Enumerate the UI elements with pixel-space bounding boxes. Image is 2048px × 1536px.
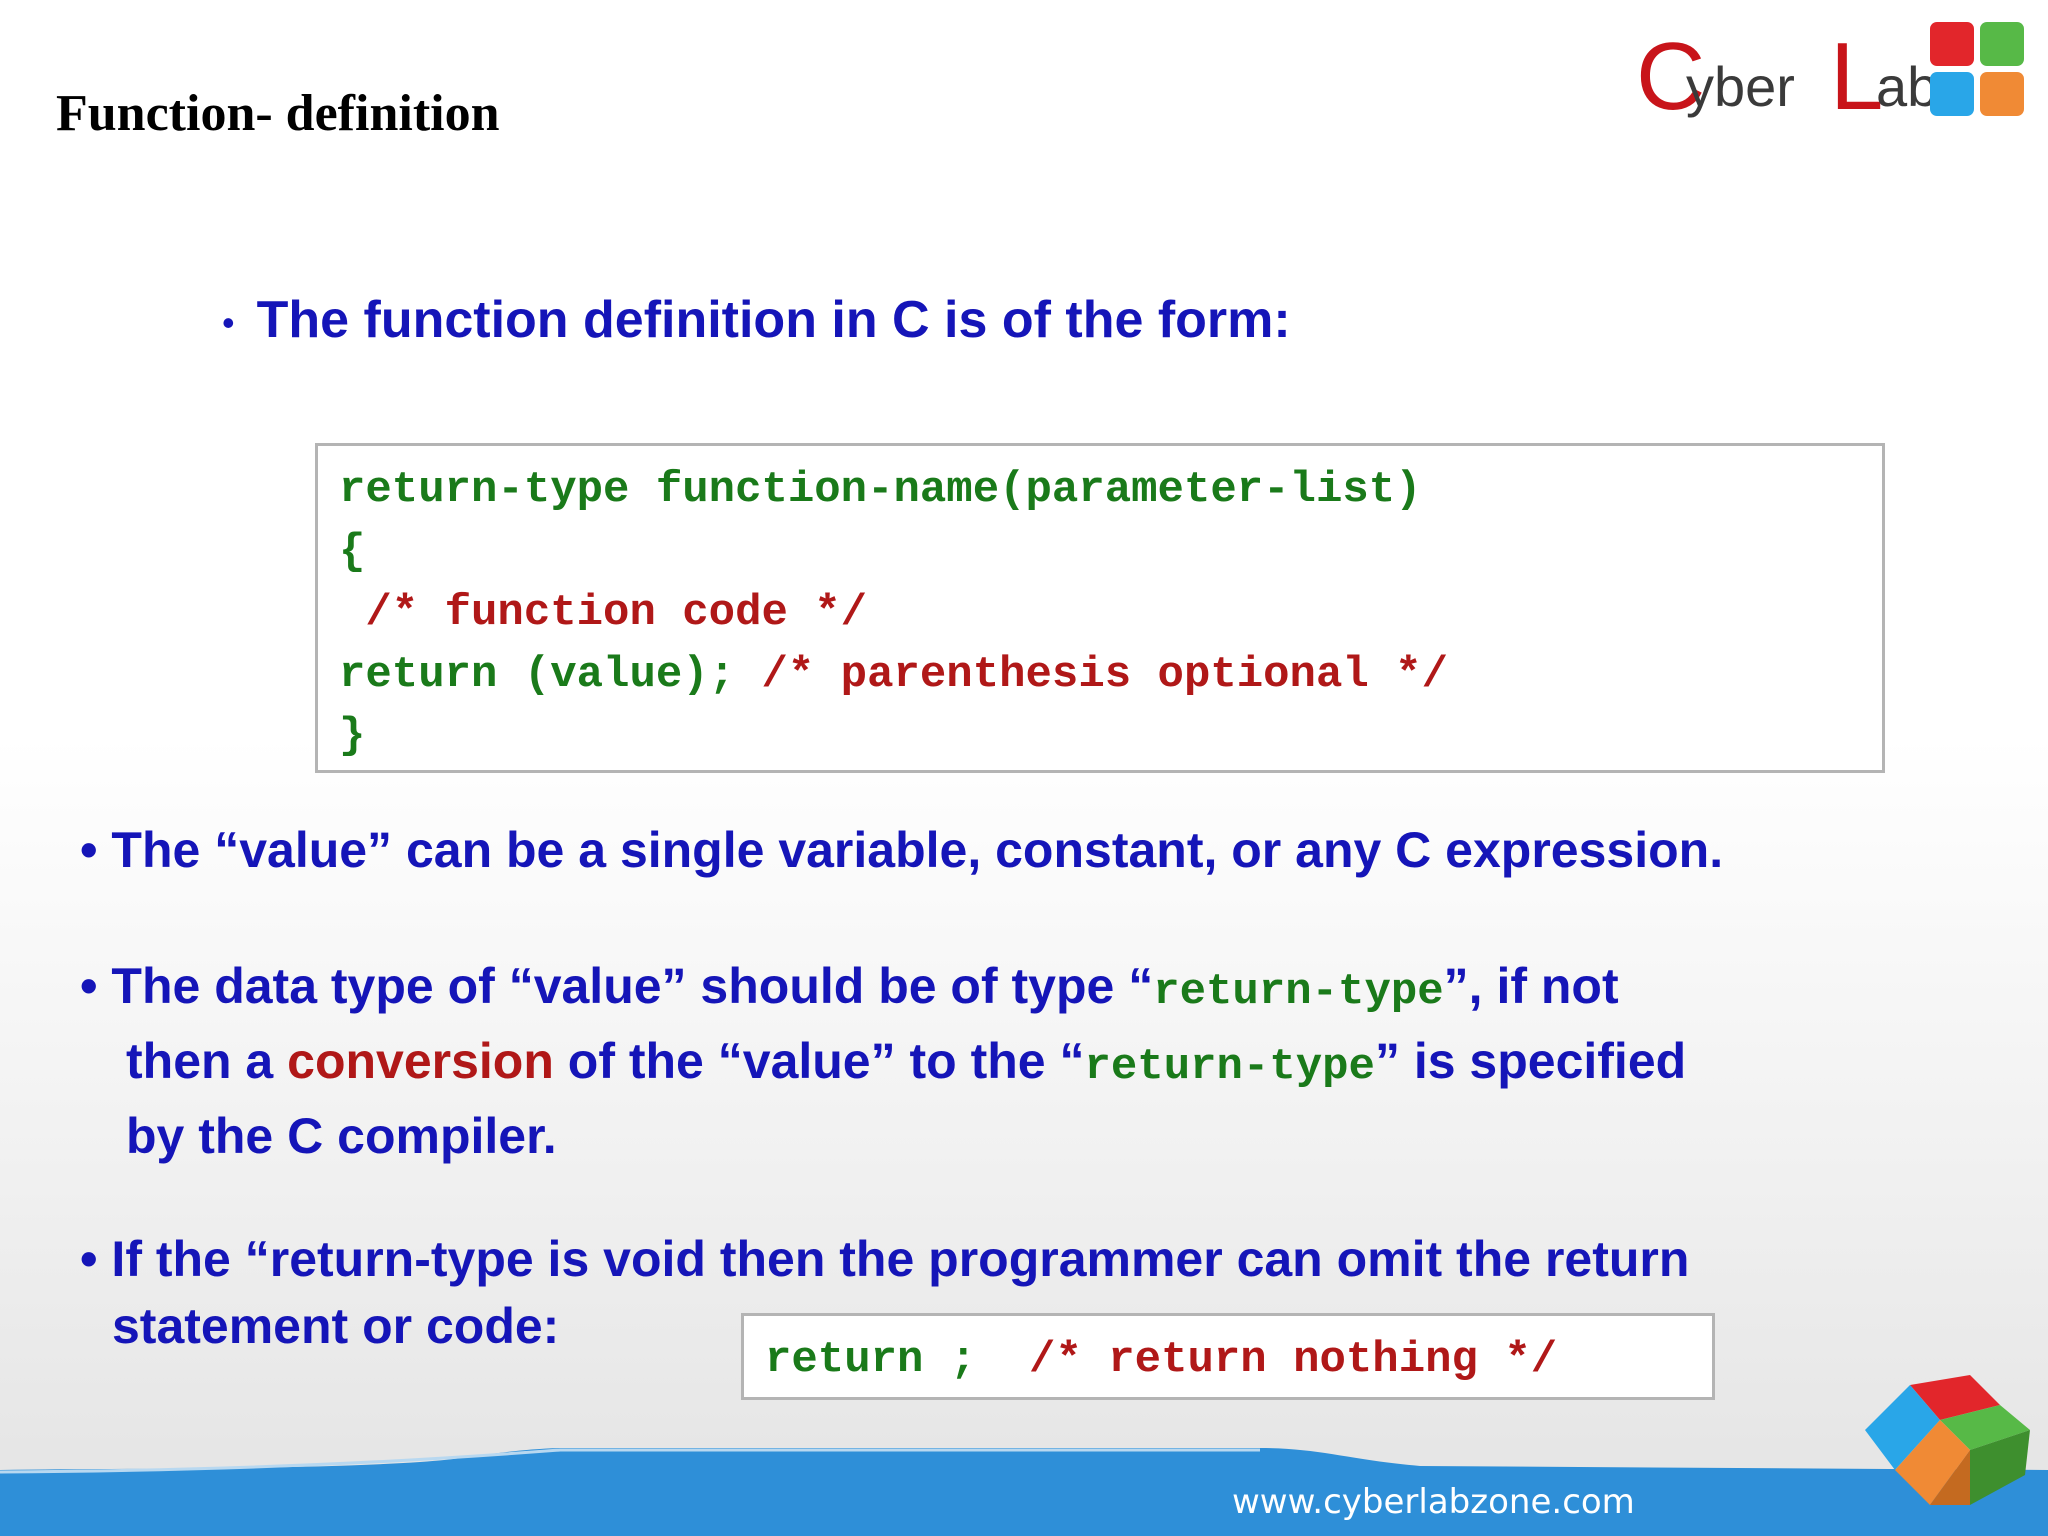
code-line: {: [339, 522, 1882, 584]
inline-code-return-type: return-type: [1084, 1042, 1375, 1092]
code-block: return-type function-name(parameter-list…: [315, 443, 1885, 773]
footer-band: [0, 1474, 2048, 1536]
code-token: return (value);: [339, 649, 762, 700]
inline-code-return-type: return-type: [1153, 967, 1444, 1017]
slide-title: Function- definition: [56, 85, 500, 142]
footer-url: www.cyberlabzone.com: [1232, 1482, 1635, 1522]
return-nothing-code: return ; /* return nothing */: [741, 1313, 1715, 1400]
logo-square-orange: [1980, 72, 2024, 116]
code-comment: /* function code */: [339, 588, 868, 638]
bullet-data-type: • The data type of “value” should be of …: [80, 952, 1686, 1171]
bullet-text: ” is specified: [1374, 1033, 1687, 1089]
conversion-highlight: conversion: [287, 1033, 554, 1089]
bullet-dot: •: [80, 822, 98, 878]
code-token: {: [339, 526, 366, 577]
code-token-return: return ;: [765, 1335, 1030, 1385]
bullet-line-2: then a conversion of the “value” to the …: [80, 1027, 1686, 1102]
bullet-text: then a: [126, 1033, 288, 1089]
code-line: /* function code */: [339, 583, 1882, 645]
logo-square-red: [1930, 22, 1974, 66]
logo-letters-ab: ab: [1876, 55, 1939, 118]
code-comment: /* return nothing */: [1029, 1335, 1558, 1385]
bullet-text: The “value” can be a single variable, co…: [111, 822, 1724, 878]
bullet-line-3: by the C compiler.: [80, 1102, 1686, 1171]
bullet-line-1: • The data type of “value” should be of …: [80, 952, 1686, 1027]
code-token: return-type function-name(parameter-list…: [339, 465, 1422, 515]
bullet-line-1: • If the “return-type is void then the p…: [80, 1226, 1689, 1293]
bullet-text: by the C compiler.: [126, 1108, 557, 1164]
intro-text: The function definition in C is of the f…: [256, 291, 1291, 349]
bullet-text: If the “return-type is void then the pro…: [111, 1231, 1690, 1287]
bullet-dot: •: [80, 958, 98, 1014]
bullet-text: ”, if not: [1443, 958, 1619, 1014]
cube-logo-icon: [1865, 1375, 2030, 1505]
cyberlab-logo: C yber L ab: [1630, 20, 2030, 130]
bullet-value-description: • The “value” can be a single variable, …: [80, 821, 1723, 879]
bullet-dot: •: [222, 302, 235, 344]
code-line: return-type function-name(parameter-list…: [339, 460, 1882, 522]
code-line: }: [339, 706, 1882, 768]
code-comment: /* parenthesis optional */: [761, 649, 1448, 700]
logo-square-blue: [1930, 72, 1974, 116]
bullet-text: of the “value” to the “: [553, 1033, 1085, 1089]
bullet-text: The data type of “value” should be of ty…: [111, 958, 1154, 1014]
bullet-text: statement or code:: [112, 1298, 560, 1354]
bullet-dot: •: [80, 1231, 98, 1287]
intro-bullet: • The function definition in C is of the …: [222, 290, 1291, 350]
code-line: return (value); /* parenthesis optional …: [339, 645, 1882, 707]
logo-letters-yber: yber: [1686, 55, 1795, 118]
code-token: }: [339, 711, 366, 761]
logo-square-green: [1980, 22, 2024, 66]
